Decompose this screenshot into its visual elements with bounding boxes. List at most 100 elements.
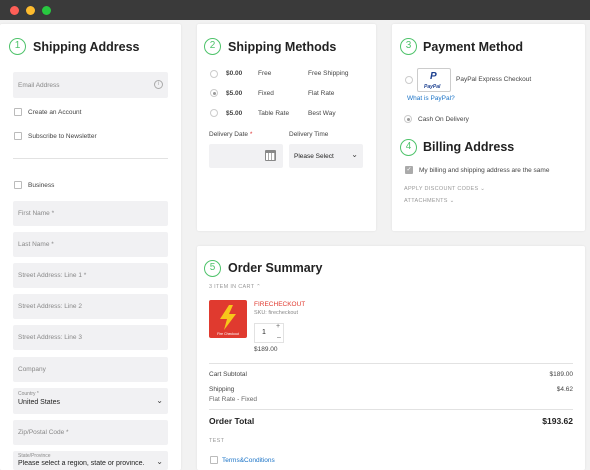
product-image-caption: Fire Checkout: [217, 332, 239, 336]
cart-subtotal-label: Cart Subtotal: [209, 371, 247, 378]
state-select[interactable]: State/Province Please select a region, s…: [13, 451, 168, 470]
divider: [209, 363, 573, 364]
street-line-2-field[interactable]: Street Address: Line 2: [13, 294, 168, 319]
first-name-placeholder: First Name *: [18, 210, 55, 217]
product-sku: SKU: firecheckout: [254, 310, 299, 316]
calendar-icon: [265, 150, 276, 161]
shipping-total-label: Shipping: [209, 386, 235, 393]
paypal-label: PayPal Express Checkout: [456, 76, 532, 83]
delivery-date-label: Delivery Date *: [209, 131, 253, 138]
street-line-3-placeholder: Street Address: Line 3: [18, 334, 82, 341]
divider: [13, 158, 168, 159]
window-titlebar: [0, 0, 590, 20]
decrement-button[interactable]: –: [277, 334, 281, 341]
product-name-link[interactable]: FIRECHECKOUT: [254, 301, 305, 308]
cash-on-delivery-radio[interactable]: [404, 115, 412, 123]
street-line-3-field[interactable]: Street Address: Line 3: [13, 325, 168, 350]
discount-codes-toggle[interactable]: APPLY DISCOUNT CODES ⌄: [404, 186, 485, 192]
info-icon: i: [154, 80, 163, 89]
close-window-button[interactable]: [10, 6, 19, 15]
step-number-3: 3: [400, 38, 417, 55]
shipping-address-panel: 1 Shipping Address Email Address i Creat…: [0, 24, 181, 470]
step-number-5: 5: [204, 260, 221, 277]
order-summary-title: Order Summary: [228, 261, 323, 275]
street-line-2-placeholder: Street Address: Line 2: [18, 303, 82, 310]
email-field[interactable]: Email Address i: [13, 72, 168, 98]
minimize-window-button[interactable]: [26, 6, 35, 15]
shipping-address-title: Shipping Address: [33, 40, 140, 54]
country-label: Country *: [18, 391, 39, 397]
order-total-label: Order Total: [209, 416, 255, 426]
quantity-value[interactable]: 1: [262, 329, 266, 336]
what-is-paypal-link[interactable]: What is PayPal?: [407, 95, 455, 102]
paypal-logo-text: PayPal: [424, 84, 441, 90]
last-name-field[interactable]: Last Name *: [13, 232, 168, 257]
chevron-up-icon: ⌃: [256, 284, 262, 290]
last-name-placeholder: Last Name *: [18, 241, 54, 248]
delivery-time-label: Delivery Time: [289, 131, 329, 138]
shipping-total-value: $4.62: [556, 386, 573, 393]
chevron-down-icon: ⌄: [480, 186, 486, 192]
paypal-radio[interactable]: [405, 76, 413, 84]
cart-subtotal-value: $189.00: [549, 371, 574, 378]
zip-placeholder: Zip/Postal Code *: [18, 429, 69, 436]
attachments-toggle[interactable]: ATTACHMENTS ⌄: [404, 198, 454, 204]
country-value: United States: [18, 399, 61, 406]
product-price: $189.00: [254, 346, 278, 353]
shipping-name: Fixed: [258, 90, 274, 97]
chevron-down-icon: ⌄: [351, 150, 358, 159]
first-name-field[interactable]: First Name *: [13, 201, 168, 226]
delivery-time-select[interactable]: Please Select ⌄: [289, 144, 363, 168]
cash-on-delivery-label: Cash On Delivery: [418, 116, 469, 123]
quantity-stepper[interactable]: 1 + –: [254, 323, 284, 343]
product-image: Fire Checkout: [209, 300, 247, 338]
terms-checkbox[interactable]: [210, 456, 218, 464]
shipping-carrier: Free Shipping: [308, 70, 349, 77]
chevron-down-icon: ⌄: [449, 198, 455, 204]
company-field[interactable]: Company: [13, 357, 168, 382]
items-in-cart-toggle[interactable]: 3 ITEM IN CART ⌃: [209, 284, 261, 290]
same-address-label: My billing and shipping address are the …: [419, 167, 550, 174]
company-placeholder: Company: [18, 366, 46, 373]
delivery-time-value: Please Select: [294, 152, 334, 160]
shipping-carrier: Flat Rate: [308, 90, 335, 97]
payment-billing-panel: 3 Payment Method P PayPal PayPal Express…: [392, 24, 585, 231]
shipping-price: $5.00: [226, 110, 243, 117]
shipping-methods-title: Shipping Methods: [228, 40, 337, 54]
subscribe-label: Subscribe to Newsletter: [28, 133, 97, 140]
increment-button[interactable]: +: [276, 323, 280, 330]
shipping-name: Table Rate: [258, 110, 290, 117]
zip-field[interactable]: Zip/Postal Code *: [13, 420, 168, 445]
shipping-methods-panel: 2 Shipping Methods $0.00 Free Free Shipp…: [197, 24, 376, 231]
same-address-checkbox[interactable]: ✓: [405, 166, 413, 174]
chevron-down-icon: ⌄: [156, 457, 163, 466]
divider: [209, 409, 573, 410]
delivery-date-field[interactable]: [209, 144, 283, 168]
create-account-checkbox[interactable]: [14, 108, 22, 116]
test-label: TEST: [209, 438, 225, 444]
shipping-carrier: Best Way: [308, 110, 336, 117]
state-value: Please select a region, state or provinc…: [18, 460, 145, 467]
shipping-radio-table-rate[interactable]: [210, 109, 218, 117]
step-number-1: 1: [9, 38, 26, 55]
business-label: Business: [28, 182, 55, 189]
state-label: State/Province: [18, 453, 51, 459]
shipping-price: $5.00: [226, 90, 243, 97]
country-select[interactable]: Country * United States ⌄: [13, 388, 168, 414]
shipping-radio-free[interactable]: [210, 70, 218, 78]
shipping-price: $0.00: [226, 70, 243, 77]
chevron-down-icon: ⌄: [156, 396, 163, 405]
street-line-1-field[interactable]: Street Address: Line 1 *: [13, 263, 168, 288]
business-checkbox[interactable]: [14, 181, 22, 189]
billing-address-title: Billing Address: [423, 140, 515, 154]
paypal-logo: P PayPal: [417, 68, 451, 92]
payment-method-title: Payment Method: [423, 40, 524, 54]
step-number-4: 4: [400, 139, 417, 156]
terms-link[interactable]: Terms&Conditions: [222, 457, 275, 464]
shipping-method-label: Flat Rate - Fixed: [209, 396, 258, 403]
email-placeholder: Email Address: [18, 81, 60, 89]
create-account-label: Create an Account: [28, 109, 82, 116]
subscribe-checkbox[interactable]: [14, 132, 22, 140]
maximize-window-button[interactable]: [42, 6, 51, 15]
shipping-radio-fixed[interactable]: [210, 89, 218, 97]
